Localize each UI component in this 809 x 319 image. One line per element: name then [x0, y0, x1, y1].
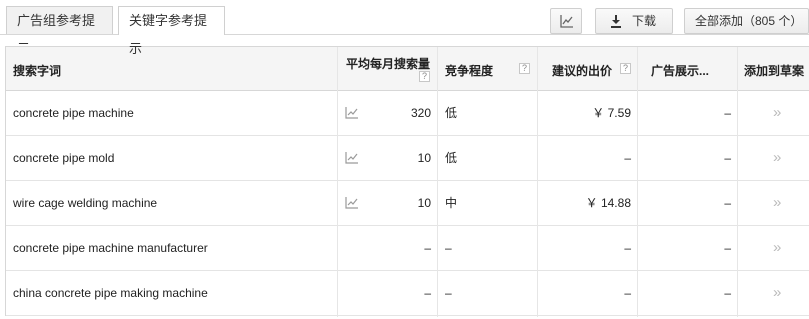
avg-searches-value: 320 [410, 106, 431, 120]
download-button[interactable]: 下载 [595, 8, 673, 34]
suggested-bid-value: ￥ 7.59 [592, 106, 631, 120]
column-divider [537, 47, 538, 317]
col-suggested-bid-label: 建议的出价 [552, 64, 613, 78]
help-icon[interactable]: ? [519, 63, 530, 74]
keyword-table: 搜索字词 平均每月搜索量 ? 竞争程度 ? 建议的出价 ? 广告展示... 添加… [5, 46, 809, 317]
suggested-bid-value: – [624, 151, 631, 165]
suggested-bid-value: – [624, 241, 631, 255]
col-add-to-plan: 添加到草案 [737, 47, 809, 90]
keyword-text[interactable]: concrete pipe machine manufacturer [13, 226, 208, 270]
col-ad-share[interactable]: 广告展示... [637, 47, 737, 90]
table-row: concrete pipe mold 10 低 – – » [6, 136, 809, 181]
suggested-bid-value: – [624, 286, 631, 300]
add-to-plan-arrow[interactable]: » [773, 226, 781, 270]
avg-searches-value: – [424, 241, 431, 255]
ad-share-value: – [724, 151, 731, 165]
add-all-button[interactable]: 全部添加（805 个） [684, 8, 809, 34]
column-divider [637, 47, 638, 317]
tab-ad-group-ideas[interactable]: 广告组参考提示 [6, 6, 113, 56]
col-suggested-bid[interactable]: 建议的出价 ? [537, 47, 637, 90]
keyword-text[interactable]: china concrete pipe making machine [13, 271, 208, 315]
download-icon [611, 15, 621, 28]
column-divider [337, 47, 338, 317]
competition-value: 低 [445, 151, 458, 165]
keyword-text[interactable]: concrete pipe machine [13, 91, 134, 135]
help-icon[interactable]: ? [419, 71, 430, 82]
top-bar: 广告组参考提示 关键字参考提示 下载 全部添加（805 个） [0, 0, 809, 56]
line-chart-icon [560, 15, 573, 28]
table-row: concrete pipe machine manufacturer – – – –» [6, 226, 809, 271]
column-divider [737, 47, 738, 317]
ad-share-value: – [724, 286, 731, 300]
col-avg-searches[interactable]: 平均每月搜索量 ? [337, 47, 437, 90]
col-add-to-plan-label: 添加到草案 [744, 64, 805, 78]
table-header: 搜索字词 平均每月搜索量 ? 竞争程度 ? 建议的出价 ? 广告展示... 添加… [6, 47, 809, 91]
keyword-text[interactable]: wire cage welding machine [13, 181, 157, 225]
col-keyword[interactable]: 搜索字词 [6, 47, 337, 90]
competition-value: – [445, 286, 452, 300]
competition-value: 中 [445, 196, 458, 210]
add-to-plan-arrow[interactable]: » [773, 271, 781, 315]
ad-share-value: – [724, 196, 731, 210]
avg-searches-value: 10 [417, 196, 431, 210]
suggested-bid-value: ￥ 14.88 [585, 196, 631, 210]
add-to-plan-arrow[interactable]: » [773, 91, 781, 135]
table-row: china concrete pipe making machine – – – –» [6, 271, 809, 316]
col-competition-label: 竞争程度 [445, 64, 494, 78]
col-avg-searches-label: 平均每月搜索量 [346, 57, 431, 71]
ad-share-value: – [724, 106, 731, 120]
keyword-text[interactable]: concrete pipe mold [13, 136, 114, 180]
col-keyword-label: 搜索字词 [13, 64, 62, 78]
table-row: wire cage welding machine 10 中 ￥ 14.88 – » [6, 181, 809, 226]
col-ad-share-label: 广告展示... [651, 64, 710, 78]
add-to-plan-arrow[interactable]: » [773, 181, 781, 225]
add-to-plan-arrow[interactable]: » [773, 136, 781, 180]
tab-keyword-ideas[interactable]: 关键字参考提示 [118, 6, 225, 56]
chart-button[interactable] [550, 8, 582, 34]
help-icon[interactable]: ? [620, 63, 631, 74]
avg-searches-value: – [424, 286, 431, 300]
col-competition[interactable]: 竞争程度 ? [437, 47, 537, 90]
download-label: 下载 [632, 14, 657, 28]
ad-share-value: – [724, 241, 731, 255]
avg-searches-value: 10 [417, 151, 431, 165]
column-divider [437, 47, 438, 317]
competition-value: 低 [445, 106, 458, 120]
competition-value: – [445, 241, 452, 255]
table-row: concrete pipe machine 320 低 ￥ 7.59 – » [6, 91, 809, 136]
